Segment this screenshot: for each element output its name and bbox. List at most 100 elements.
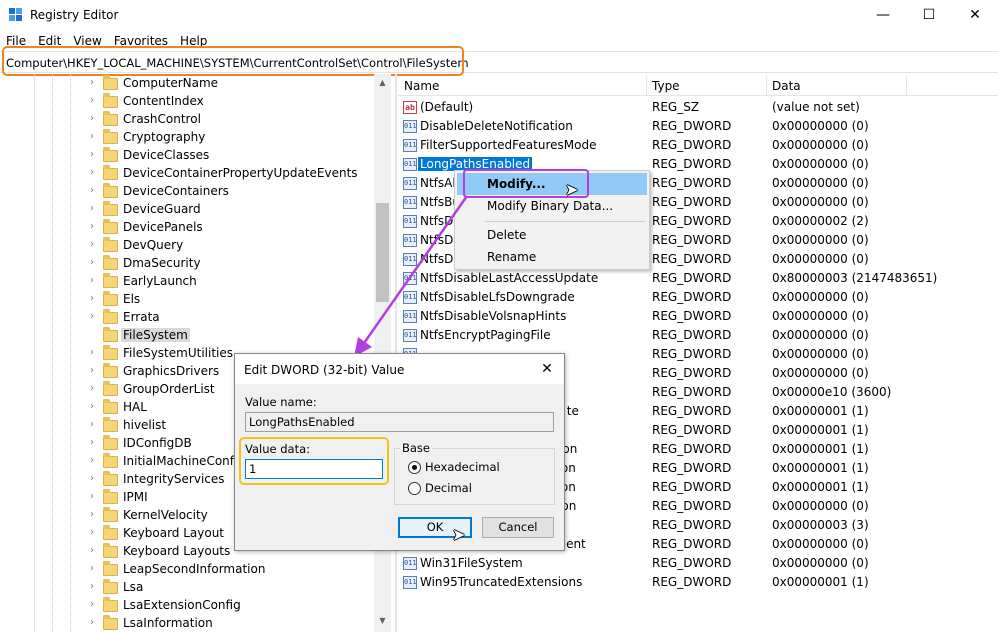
column-type-header[interactable]: Type (652, 79, 680, 93)
tree-item[interactable]: › CrashControl (0, 111, 376, 129)
expand-chevron-icon[interactable]: › (90, 293, 98, 305)
decimal-radio[interactable] (408, 482, 421, 495)
folder-icon (103, 363, 118, 378)
expand-chevron-icon[interactable]: › (90, 473, 98, 485)
expand-chevron-icon[interactable]: › (90, 113, 98, 125)
menu-rename[interactable]: Rename (457, 246, 647, 268)
tree-item[interactable]: › DeviceContainers (0, 183, 376, 201)
expand-chevron-icon[interactable]: › (90, 257, 98, 269)
value-row[interactable]: 011 Win31FileSystem REG_DWORD 0x00000000 (0… (400, 554, 998, 573)
tree-item-label: ComputerName (123, 76, 219, 90)
value-data-cell: 0x00000000 (0) (772, 176, 869, 190)
value-row[interactable]: 011 NtfsDisableVolsnapHints REG_DWORD 0x000… (400, 307, 998, 326)
expand-chevron-icon[interactable]: › (90, 221, 98, 233)
value-data-cell: (value not set) (772, 100, 860, 114)
value-data-cell: 0x00000000 (0) (772, 233, 869, 247)
column-data-header[interactable]: Data (772, 79, 801, 93)
value-type-cell: REG_DWORD (652, 157, 732, 171)
hexadecimal-radio[interactable] (408, 461, 421, 474)
expand-chevron-icon[interactable]: › (90, 401, 98, 413)
tree-item[interactable]: › Lsa (0, 579, 376, 597)
decimal-label[interactable]: Decimal (425, 481, 472, 495)
tree-item-label: Lsa (123, 580, 144, 594)
value-row[interactable]: 011 DisableDeleteNotification REG_DWORD 0x0… (400, 117, 998, 136)
maximize-button[interactable]: ☐ (906, 0, 952, 31)
tree-item-label: HAL (123, 400, 147, 414)
folder-icon (103, 93, 118, 108)
dialog-close-button[interactable]: ✕ (535, 358, 559, 380)
column-name-header[interactable]: Name (404, 79, 439, 93)
expand-chevron-icon[interactable]: › (90, 563, 98, 575)
close-button[interactable]: ✕ (952, 0, 998, 31)
registry-editor-icon (9, 8, 22, 21)
tree-item[interactable]: › DevQuery (0, 237, 376, 255)
tree-item[interactable]: › EarlyLaunch (0, 273, 376, 291)
folder-icon (103, 165, 118, 180)
expand-chevron-icon[interactable]: › (90, 599, 98, 611)
menu-delete[interactable]: Delete (457, 224, 647, 246)
expand-chevron-icon[interactable]: › (90, 365, 98, 377)
value-name-cell: NtfsAl (420, 176, 456, 190)
expand-chevron-icon[interactable]: › (90, 275, 98, 287)
value-row[interactable]: 011 NtfsDisableLastAccessUpdate REG_DWORD 0… (400, 269, 998, 288)
tree-item[interactable]: › LsaInformation (0, 615, 376, 632)
tree-item[interactable]: › LsaExtensionConfig (0, 597, 376, 615)
expand-chevron-icon[interactable]: › (90, 509, 98, 521)
expand-chevron-icon[interactable]: › (90, 77, 98, 89)
folder-icon (103, 597, 118, 612)
dword-value-icon: 011 (403, 557, 417, 570)
expand-chevron-icon[interactable]: › (90, 149, 98, 161)
tree-item[interactable]: › DeviceGuard (0, 201, 376, 219)
tree-item[interactable]: › Els (0, 291, 376, 309)
expand-chevron-icon[interactable]: › (90, 239, 98, 251)
value-row[interactable]: ab (Default) REG_SZ (value not set) (400, 98, 998, 117)
tree-scrollbar-thumb[interactable] (376, 203, 389, 302)
cancel-button[interactable]: Cancel (482, 517, 554, 538)
expand-chevron-icon[interactable]: › (90, 419, 98, 431)
tree-guide-line (70, 74, 71, 632)
tree-item[interactable]: ›FileSystem (0, 327, 376, 345)
tree-item[interactable]: › ContentIndex (0, 93, 376, 111)
expand-chevron-icon[interactable]: › (90, 455, 98, 467)
value-row[interactable]: 011 NtfsDisableLfsDowngrade REG_DWORD 0x000… (400, 288, 998, 307)
tree-item[interactable]: › LeapSecondInformation (0, 561, 376, 579)
value-data-cell: 0x00000000 (0) (772, 328, 869, 342)
expand-chevron-icon[interactable]: › (90, 581, 98, 593)
expand-chevron-icon[interactable]: › (90, 617, 98, 629)
tree-item[interactable]: › Errata (0, 309, 376, 327)
expand-chevron-icon[interactable]: › (90, 185, 98, 197)
expand-chevron-icon[interactable]: › (90, 95, 98, 107)
scroll-down-icon[interactable]: ▼ (374, 612, 391, 629)
tree-item-label: DeviceClasses (123, 148, 210, 162)
expand-chevron-icon[interactable]: › (90, 311, 98, 323)
expand-chevron-icon[interactable]: › (90, 203, 98, 215)
tree-item[interactable]: › DmaSecurity (0, 255, 376, 273)
hexadecimal-label[interactable]: Hexadecimal (425, 460, 500, 474)
scroll-up-icon[interactable]: ▲ (374, 74, 391, 91)
value-name-cell: NtfsEncryptPagingFile (420, 328, 551, 342)
minimize-button[interactable]: — (860, 0, 906, 31)
expand-chevron-icon[interactable]: › (90, 383, 98, 395)
tree-item[interactable]: › Cryptography (0, 129, 376, 147)
column-divider[interactable] (646, 76, 647, 96)
expand-chevron-icon[interactable]: › (90, 131, 98, 143)
expand-chevron-icon[interactable]: › (90, 491, 98, 503)
column-divider[interactable] (766, 76, 767, 96)
column-divider[interactable] (906, 76, 907, 96)
tree-item[interactable]: › ComputerName (0, 75, 376, 93)
tree-item[interactable]: › DeviceClasses (0, 147, 376, 165)
expand-chevron-icon[interactable]: › (90, 167, 98, 179)
expand-chevron-icon[interactable]: › (90, 527, 98, 539)
expand-chevron-icon[interactable]: › (90, 347, 98, 359)
tree-item[interactable]: › DevicePanels (0, 219, 376, 237)
value-row[interactable]: 011 Win95TruncatedExtensions REG_DWORD 0x00… (400, 573, 998, 592)
menu-modify-binary[interactable]: Modify Binary Data... (457, 195, 647, 217)
expand-chevron-icon[interactable]: › (90, 437, 98, 449)
tree-item[interactable]: › DeviceContainerPropertyUpdateEvents (0, 165, 376, 183)
expand-chevron-icon[interactable]: › (90, 545, 98, 557)
value-row[interactable]: 011 NtfsEncryptPagingFile REG_DWORD 0x00000… (400, 326, 998, 345)
tree-item-label: GroupOrderList (123, 382, 215, 396)
value-name-cell: NtfsDi (420, 214, 457, 228)
folder-icon (103, 345, 118, 360)
value-row[interactable]: 011 FilterSupportedFeaturesMode REG_DWORD 0… (400, 136, 998, 155)
